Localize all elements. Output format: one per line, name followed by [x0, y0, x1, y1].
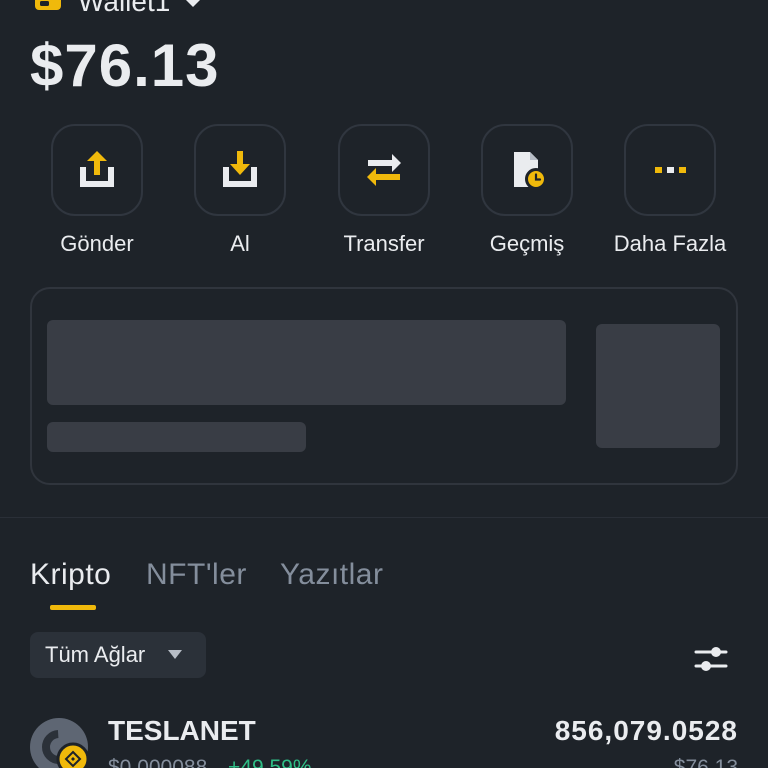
- send-button[interactable]: [51, 124, 143, 216]
- tab-nfts[interactable]: NFT'ler: [146, 557, 247, 593]
- tab-inscriptions[interactable]: Yazıtlar: [280, 557, 383, 593]
- action-more[interactable]: Daha Fazla: [600, 124, 740, 260]
- caret-down-icon: [168, 650, 182, 659]
- receive-icon: [223, 151, 257, 187]
- asset-symbol: TESLANET: [108, 715, 256, 746]
- action-receive[interactable]: Al: [170, 124, 310, 260]
- asset-price: $0.000088: [108, 756, 208, 768]
- more-label: Daha Fazla: [613, 231, 727, 256]
- network-filter-label: Tüm Ağlar: [45, 642, 146, 667]
- history-button[interactable]: [481, 124, 573, 216]
- receive-label: Al: [230, 231, 250, 256]
- skeleton-block-title: [47, 320, 566, 405]
- asset-row[interactable]: TESLANET 856,079.0528 $0.000088 +49.59% …: [30, 714, 738, 768]
- sliders-icon[interactable]: [694, 644, 728, 674]
- tab-crypto[interactable]: Kripto: [30, 557, 111, 593]
- section-divider: [0, 517, 768, 518]
- action-history[interactable]: Geçmiş: [457, 124, 597, 260]
- more-button[interactable]: [624, 124, 716, 216]
- chevron-down-icon: [186, 0, 200, 7]
- more-icon: [655, 167, 686, 173]
- wallet-screen: Wallet1 $76.13 Gönder Al: [0, 0, 768, 768]
- wallet-name: Wallet1: [78, 0, 170, 14]
- total-balance: $76.13: [30, 32, 220, 99]
- action-transfer[interactable]: Transfer: [314, 124, 454, 260]
- action-send[interactable]: Gönder: [27, 124, 167, 260]
- send-label: Gönder: [60, 231, 134, 256]
- transfer-button[interactable]: [338, 124, 430, 216]
- skeleton-block-image: [596, 324, 720, 448]
- asset-change: +49.59%: [228, 756, 312, 768]
- wallet-icon: [35, 0, 61, 10]
- transfer-icon: [367, 154, 401, 186]
- send-icon: [80, 151, 114, 187]
- token-icon: [30, 718, 90, 768]
- skeleton-block-subtitle: [47, 422, 306, 452]
- history-icon: [514, 152, 547, 190]
- asset-value: $76.13: [673, 756, 738, 768]
- bnb-chain-badge-icon: [56, 742, 90, 768]
- network-filter-dropdown[interactable]: Tüm Ağlar: [30, 632, 206, 678]
- banner-skeleton: [30, 287, 738, 485]
- receive-button[interactable]: [194, 124, 286, 216]
- transfer-label: Transfer: [343, 231, 425, 256]
- active-tab-indicator: [50, 605, 96, 610]
- wallet-selector[interactable]: Wallet1: [34, 0, 204, 14]
- history-label: Geçmiş: [489, 231, 565, 256]
- asset-amount: 856,079.0528: [554, 715, 738, 746]
